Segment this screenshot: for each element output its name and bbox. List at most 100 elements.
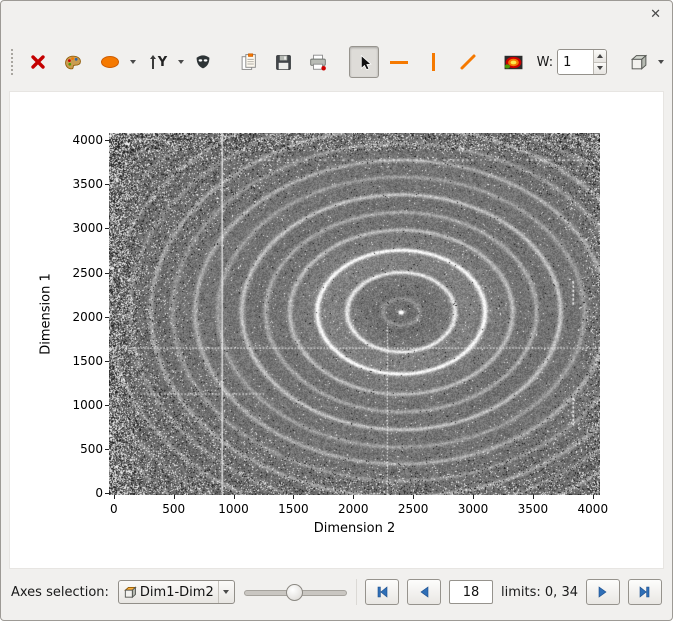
x-tick-mark [413, 495, 415, 499]
y-axis-icon: Y [149, 54, 167, 70]
vertical-line-tool-button[interactable] [418, 46, 449, 78]
x-tick-label: 3000 [457, 502, 489, 516]
y-tick-label: 0 [95, 486, 103, 501]
x-tick-label: 4000 [577, 502, 609, 516]
y-tick-label: 3000 [72, 221, 103, 236]
plot-panel: Dimension 1 Dimension 2 0 500 1000 1500 2000… [9, 91, 664, 569]
width-label: W: [536, 54, 554, 70]
previous-frame-button[interactable] [407, 579, 442, 605]
cube-dropdown-arrow-icon[interactable] [658, 60, 665, 64]
mask-icon [194, 54, 212, 70]
combo-dropdown-arrow-icon[interactable] [217, 581, 234, 603]
x-tick-mark [532, 495, 534, 499]
yaxis-tool-group: Y [140, 46, 184, 78]
axes-combo[interactable]: Dim1-Dim2 [117, 580, 235, 604]
y-tick-label: 4000 [72, 133, 103, 148]
axes-selection-label: Axes selection: [11, 584, 109, 600]
y-tick-label: 1500 [72, 353, 103, 368]
x-tick-mark [233, 495, 235, 499]
last-frame-button[interactable] [628, 579, 662, 605]
slider-handle[interactable] [285, 584, 303, 601]
combo-cube-icon [123, 585, 137, 599]
limits-label: limits: 0, 34 [501, 584, 578, 600]
pointer-mode-button[interactable] [348, 46, 380, 78]
yaxis-direction-button[interactable]: Y [142, 46, 174, 78]
red-cross-icon [29, 53, 47, 71]
spin-buttons [593, 50, 606, 74]
x-tick-label: 2500 [397, 502, 429, 516]
next-frame-button[interactable] [586, 579, 620, 605]
width-spinbox[interactable] [557, 49, 607, 75]
x-tick-mark [293, 495, 295, 499]
ellipse-tool-group [92, 46, 136, 78]
titlebar: ✕ [1, 1, 672, 31]
last-frame-icon [639, 586, 650, 598]
diagonal-line-icon [459, 53, 477, 71]
y-tick-mark [105, 140, 109, 142]
spin-down-button[interactable] [594, 62, 606, 74]
save-button[interactable] [268, 46, 299, 78]
copy-icon [240, 53, 258, 71]
cube-profile-button[interactable] [622, 46, 654, 78]
y-tick-mark [105, 360, 109, 362]
palette-icon [64, 54, 82, 71]
x-tick-label: 1500 [278, 502, 309, 516]
y-tick-mark [105, 493, 109, 495]
y-tick-mark [105, 228, 109, 230]
yaxis-dropdown-arrow-icon[interactable] [178, 60, 184, 64]
x-tick-mark [173, 495, 175, 499]
cube-icon [629, 54, 648, 71]
down-arrow-icon [596, 66, 603, 71]
horizontal-line-tool-button[interactable] [383, 46, 414, 78]
up-arrow-icon [596, 53, 603, 58]
y-tick-label: 2000 [72, 309, 103, 324]
image-colormap-button[interactable] [498, 46, 529, 78]
frame-number-input[interactable] [449, 580, 494, 604]
width-input[interactable] [558, 50, 594, 74]
ellipse-tool-button[interactable] [94, 46, 126, 78]
axes-combo-value: Dim1-Dim2 [139, 584, 214, 600]
y-tick-label: 1000 [72, 397, 103, 412]
x-tick-mark [592, 495, 594, 499]
toolbar: Y W: 1 [1, 39, 672, 85]
y-tick-mark [105, 449, 109, 451]
first-frame-icon [377, 586, 388, 598]
first-frame-button[interactable] [365, 579, 400, 605]
save-icon [275, 54, 292, 71]
colormap-dialog-button[interactable] [58, 46, 89, 78]
copy-button[interactable] [234, 46, 265, 78]
frame-slider[interactable] [243, 582, 348, 602]
x-tick-label: 0 [109, 502, 118, 516]
ellipse-icon [100, 55, 120, 69]
application-window: ✕ Y W: 1 Dimension 1 Dimension 2 0 500 1… [0, 0, 673, 621]
x-axis-label: Dimension 2 [313, 521, 396, 536]
bottom-control-bar: Axes selection: Dim1-Dim2 18 limits: 0, … [11, 578, 662, 606]
close-button[interactable]: ✕ [650, 8, 661, 21]
mask-button[interactable] [188, 46, 219, 78]
y-tick-mark [105, 316, 109, 318]
ellipse-dropdown-arrow-icon[interactable] [130, 60, 136, 64]
frame-navigation: limits: 0, 34 [356, 579, 662, 605]
previous-frame-icon [420, 586, 429, 598]
print-button[interactable] [303, 46, 334, 78]
horizontal-line-icon [389, 60, 408, 64]
y-tick-label: 500 [80, 442, 103, 457]
vertical-line-icon [431, 53, 435, 71]
toolbar-handle[interactable] [11, 49, 13, 75]
clear-button[interactable] [23, 46, 54, 78]
spin-up-button[interactable] [594, 50, 606, 63]
profile-cube-group [620, 46, 665, 78]
y-tick-label: 3500 [72, 177, 103, 192]
y-tick-label: 2500 [72, 265, 103, 280]
x-tick-mark [353, 495, 355, 499]
x-tick-mark [473, 495, 475, 499]
colormap-icon [504, 55, 523, 70]
diffraction-image[interactable] [109, 133, 600, 495]
next-frame-icon [598, 586, 607, 598]
x-tick-mark [113, 495, 115, 499]
diagonal-line-tool-button[interactable] [452, 46, 483, 78]
